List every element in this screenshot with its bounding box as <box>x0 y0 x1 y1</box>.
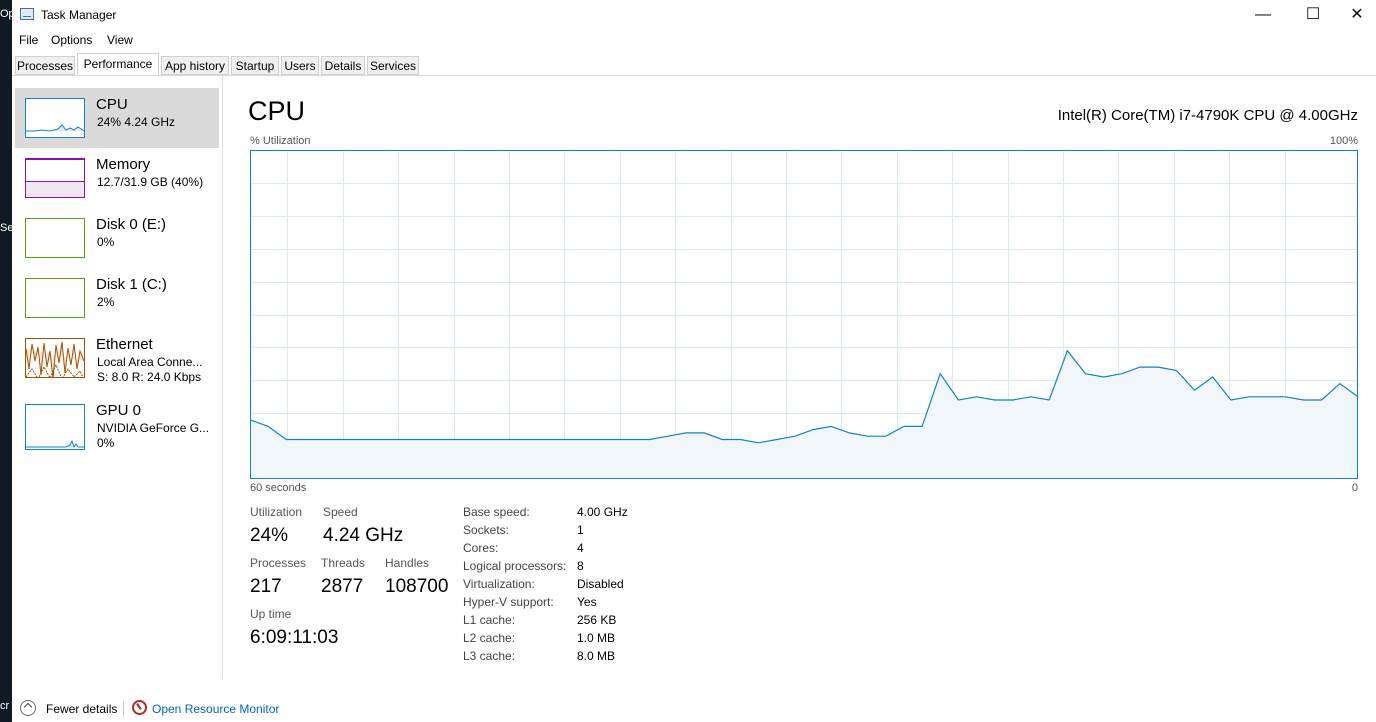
tab-users[interactable]: Users <box>281 56 319 75</box>
tab-services[interactable]: Services <box>367 56 419 75</box>
spec-key: L2 cache: <box>463 631 516 645</box>
processes-label: Processes <box>250 556 307 570</box>
disk-0-thumbnail <box>25 218 85 258</box>
sidebar-item-memory[interactable]: Memory 12.7/31.9 GB (40%) <box>15 148 219 208</box>
tab-details[interactable]: Details <box>321 56 365 75</box>
sidebar-item-detail: 0% <box>97 235 115 249</box>
spec-value: 256 KB <box>577 613 617 627</box>
speed-value: 4.24 GHz <box>323 525 404 546</box>
spec-value: Disabled <box>577 577 624 591</box>
sidebar-item-detail-2: 0% <box>97 436 115 450</box>
uptime-label: Up time <box>250 607 292 621</box>
fewer-details-button[interactable]: Fewer details <box>46 702 117 716</box>
threads-value: 2877 <box>321 576 364 597</box>
tab-startup[interactable]: Startup <box>231 56 279 75</box>
sidebar-item-label: GPU 0 <box>96 402 142 419</box>
sidebar-item-disk-1[interactable]: Disk 1 (C:) 2% <box>15 268 219 328</box>
task-manager-window: Task Manager — ☐ ✕ File Options View Pro… <box>12 0 1376 722</box>
threads-label: Threads <box>321 556 366 570</box>
spec-value: 1.0 MB <box>577 631 616 645</box>
disk-1-thumbnail <box>25 278 85 318</box>
sidebar-item-label: CPU <box>96 96 128 113</box>
tab-app-history[interactable]: App history <box>161 56 229 75</box>
resource-monitor-icon[interactable] <box>132 700 147 715</box>
spec-key: Virtualization: <box>463 577 535 591</box>
open-resource-monitor-link[interactable]: Open Resource Monitor <box>152 702 279 716</box>
cpu-utilization-graph <box>250 150 1358 479</box>
spec-key: Base speed: <box>463 505 530 519</box>
sidebar-item-label: Disk 1 (C:) <box>96 276 167 293</box>
sidebar-item-label: Memory <box>96 156 151 173</box>
sidebar-item-detail: Local Area Conne... <box>97 355 203 369</box>
footer-bar: Fewer details Open Resource Monitor <box>12 696 1376 722</box>
title-bar[interactable]: Task Manager — ☐ ✕ <box>12 0 1376 30</box>
resource-sidebar: CPU 24% 4.24 GHz Memory 12.7/31.9 GB (40… <box>12 76 223 679</box>
window-title: Task Manager <box>41 8 117 22</box>
sidebar-item-detail: 2% <box>97 295 115 309</box>
x-axis-min-label: 0 <box>1351 482 1358 494</box>
menu-options[interactable]: Options <box>51 33 92 47</box>
sidebar-item-detail: 24% 4.24 GHz <box>97 115 176 129</box>
footer-separator <box>123 701 124 717</box>
minimize-button[interactable]: — <box>1240 0 1286 30</box>
speed-label: Speed <box>323 505 358 519</box>
sidebar-item-detail: NVIDIA GeForce G... <box>97 421 210 435</box>
uptime-value: 6:09:11:03 <box>250 627 339 648</box>
sidebar-item-ethernet[interactable]: Ethernet Local Area Conne... S: 8.0 R: 2… <box>15 328 219 388</box>
utilization-area <box>250 350 1358 479</box>
menu-view[interactable]: View <box>107 33 133 47</box>
spec-value: 4 <box>577 541 584 555</box>
sidebar-item-detail-2: S: 8.0 R: 24.0 Kbps <box>97 370 202 384</box>
close-button[interactable]: ✕ <box>1334 0 1376 30</box>
handles-label: Handles <box>385 556 430 570</box>
utilization-value: 24% <box>250 525 289 546</box>
spec-key: Logical processors: <box>463 559 567 573</box>
processes-value: 217 <box>250 576 282 597</box>
menu-file[interactable]: File <box>19 33 38 47</box>
spec-value: 4.00 GHz <box>577 505 628 519</box>
desktop-background: Op Se cr <box>0 0 12 722</box>
menu-bar: File Options View <box>12 30 1376 50</box>
spec-value: Yes <box>577 595 597 609</box>
x-axis-label: 60 seconds <box>250 482 307 494</box>
tab-performance[interactable]: Performance <box>77 53 159 76</box>
sidebar-item-label: Disk 0 (E:) <box>96 216 167 233</box>
task-manager-icon <box>20 8 34 20</box>
y-axis-max-label: 100% <box>1329 135 1358 147</box>
sidebar-item-detail: 12.7/31.9 GB (40%) <box>97 175 204 189</box>
y-axis-label: % Utilization <box>250 135 311 147</box>
chevron-up-icon[interactable] <box>20 700 36 716</box>
spec-key: Hyper-V support: <box>463 595 554 609</box>
spec-value: 1 <box>577 523 584 537</box>
cpu-model-name: Intel(R) Core(TM) i7-4790K CPU @ 4.00GHz <box>1057 107 1358 124</box>
gpu-0-thumbnail-graph <box>26 439 84 449</box>
sidebar-item-gpu-0[interactable]: GPU 0 NVIDIA GeForce G... 0% <box>15 394 219 454</box>
spec-key: Sockets: <box>463 523 510 537</box>
spec-value: 8.0 MB <box>577 649 616 663</box>
tab-processes[interactable]: Processes <box>15 56 75 75</box>
utilization-label: Utilization <box>250 505 303 519</box>
sidebar-item-label: Ethernet <box>96 336 153 353</box>
spec-key: L3 cache: <box>463 649 516 663</box>
cpu-thumbnail <box>25 98 85 138</box>
ethernet-thumbnail <box>25 338 85 378</box>
memory-thumbnail <box>25 158 85 198</box>
ethernet-thumbnail-graph <box>26 341 84 377</box>
handles-value: 108700 <box>385 576 449 597</box>
spec-key: L1 cache: <box>463 613 516 627</box>
gpu-0-thumbnail <box>25 404 85 450</box>
cpu-thumbnail-graph <box>26 124 84 132</box>
page-title: CPU <box>248 96 306 126</box>
sidebar-item-disk-0[interactable]: Disk 0 (E:) 0% <box>15 208 219 268</box>
sidebar-item-cpu[interactable]: CPU 24% 4.24 GHz <box>15 88 219 148</box>
maximize-button[interactable]: ☐ <box>1290 0 1336 30</box>
spec-value: 8 <box>577 559 584 573</box>
spec-key: Cores: <box>463 541 499 555</box>
